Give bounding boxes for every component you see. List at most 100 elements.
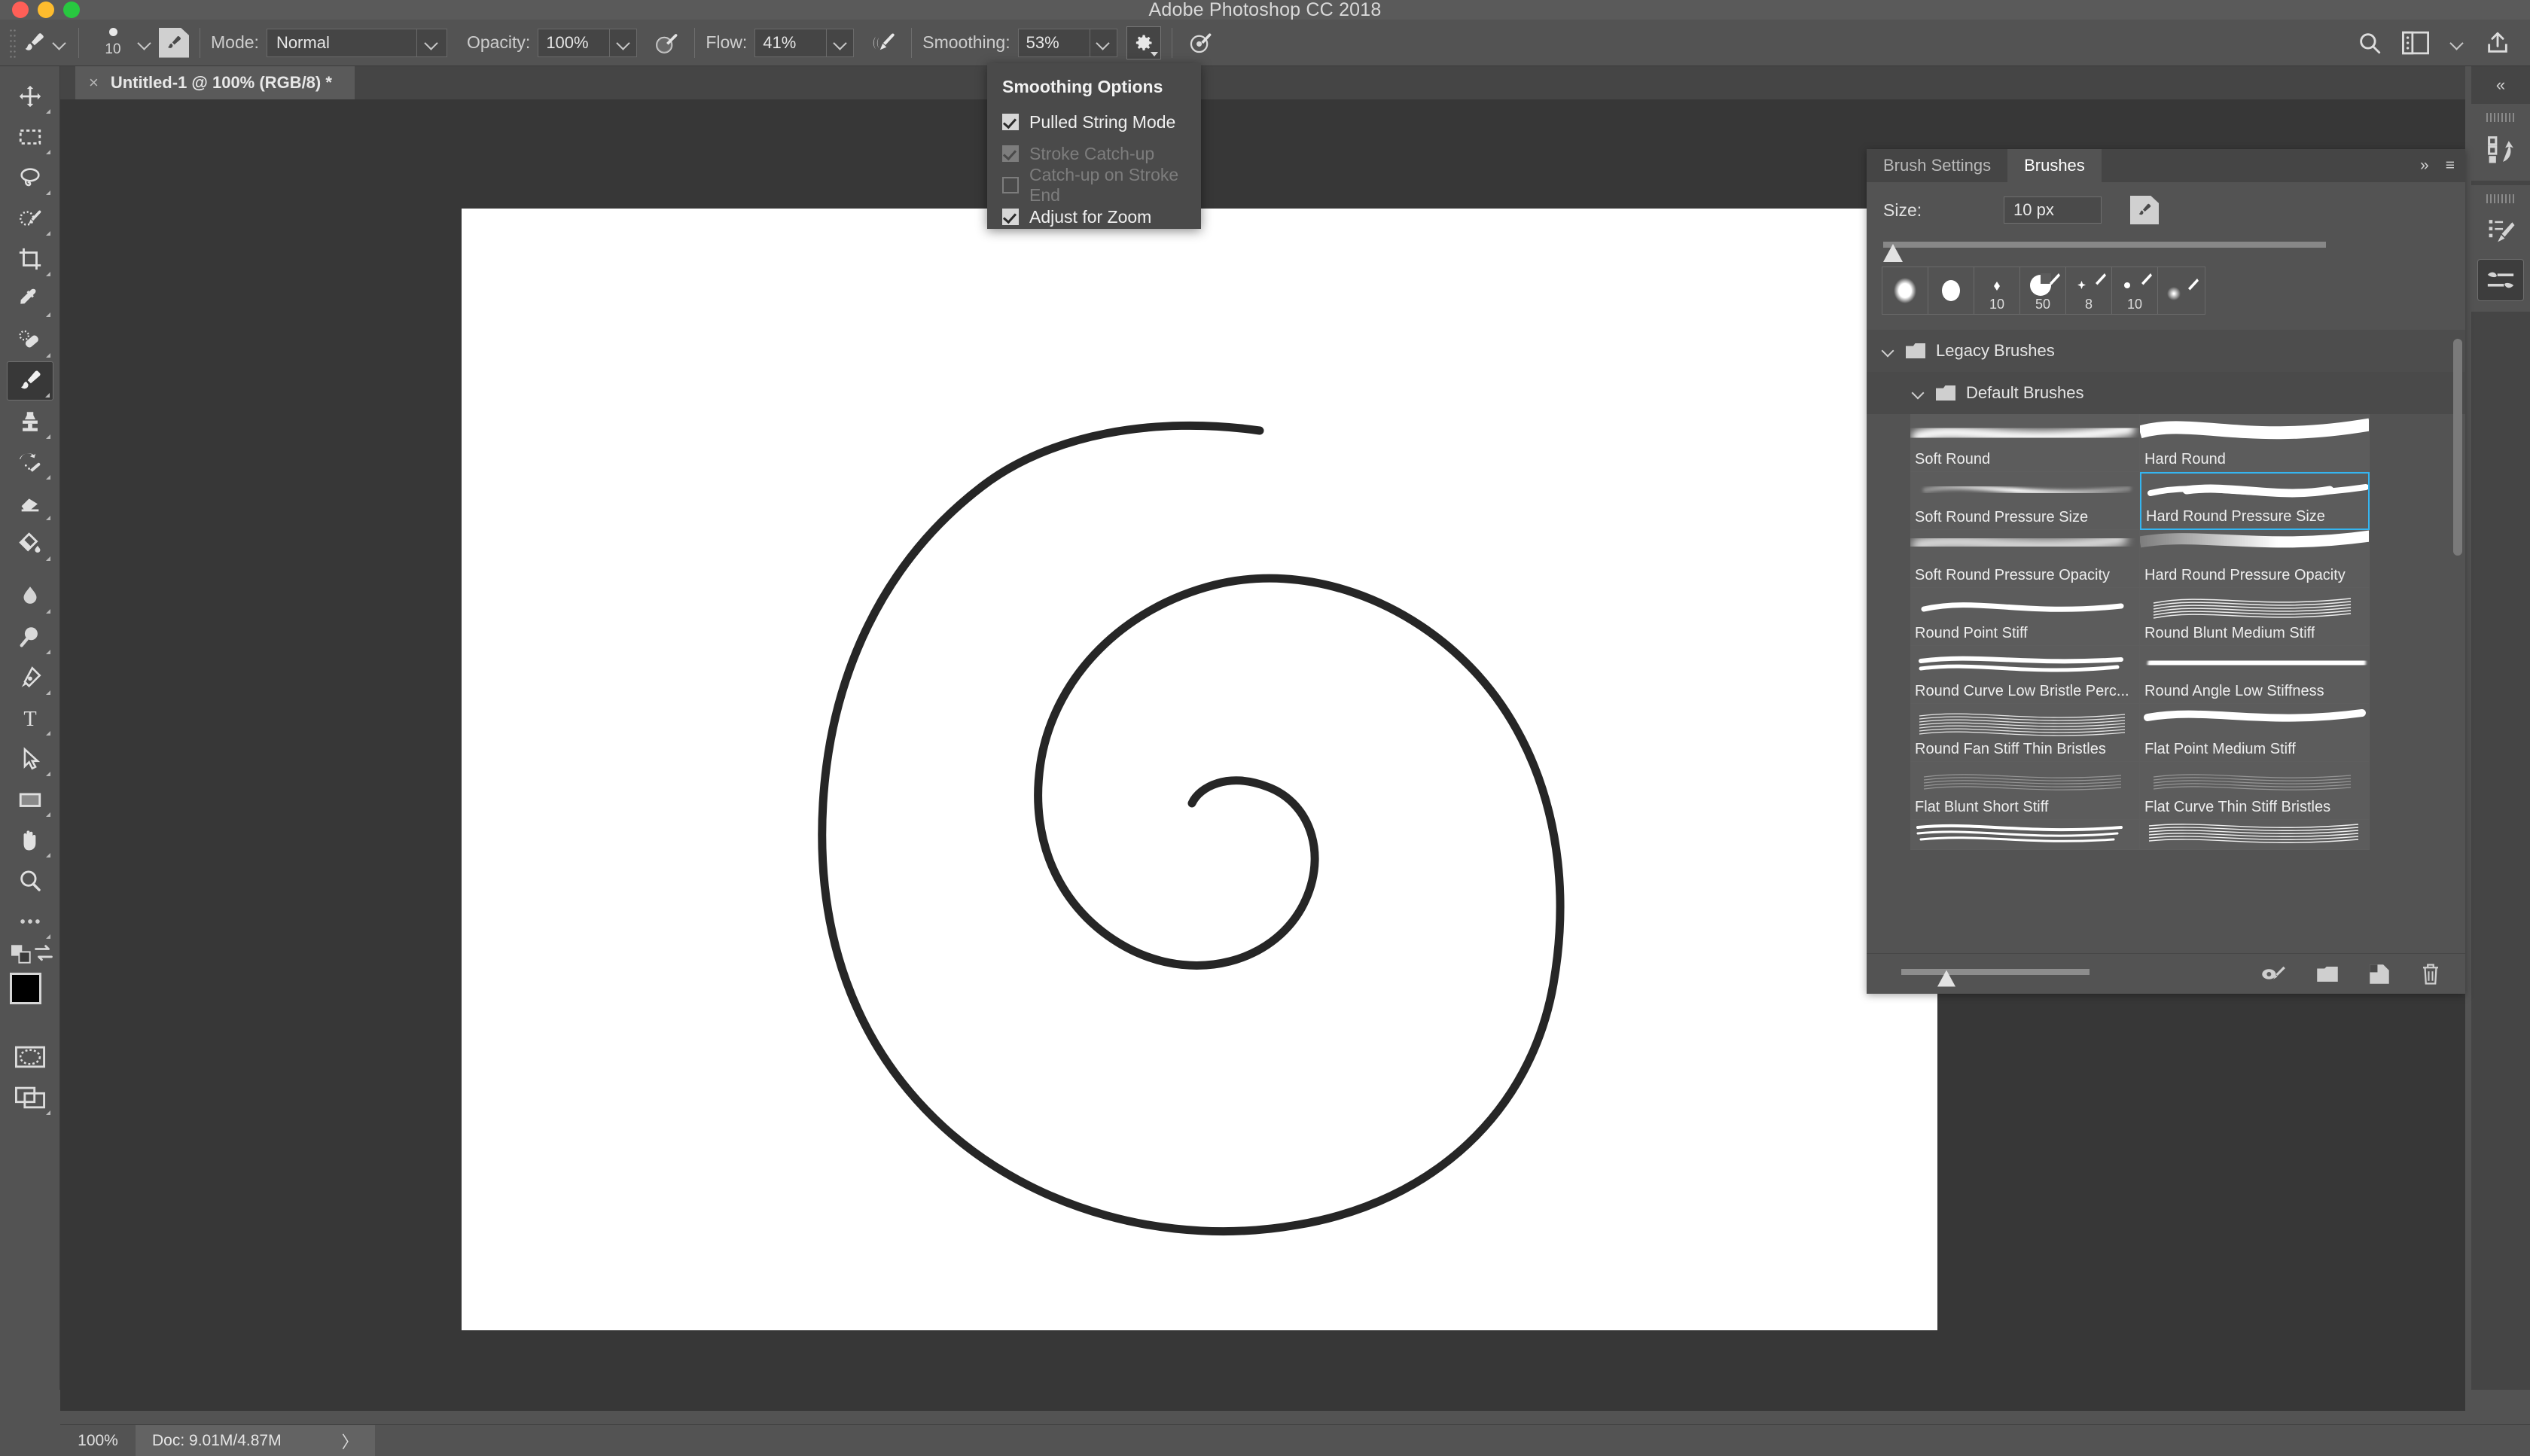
brush-item-selected[interactable]: Hard Round Pressure Size xyxy=(2140,472,2370,530)
hand-tool[interactable] xyxy=(7,821,53,860)
panel-grip[interactable] xyxy=(2486,113,2515,122)
dodge-tool[interactable] xyxy=(7,617,53,656)
flow-chevron-down-icon[interactable] xyxy=(827,29,854,57)
share-icon[interactable] xyxy=(2485,30,2510,56)
quick-mask-icon[interactable] xyxy=(7,1037,53,1077)
chevron-down-icon[interactable] xyxy=(1882,344,1895,358)
pen-tool[interactable] xyxy=(7,658,53,697)
pressure-opacity-icon[interactable] xyxy=(649,26,684,59)
checkbox-checked-icon[interactable] xyxy=(1002,209,1019,225)
color-swatches[interactable] xyxy=(7,971,53,1024)
swap-colors-icon[interactable] xyxy=(32,944,55,964)
eraser-tool[interactable] xyxy=(7,483,53,522)
brush-item[interactable]: Flat Curve Thin Stiff Bristles xyxy=(2140,762,2370,820)
brush-item[interactable]: Round Angle Low Stiffness xyxy=(2140,646,2370,704)
opacity-chevron-down-icon[interactable] xyxy=(610,29,637,57)
brush-tool-icon[interactable] xyxy=(17,26,51,59)
brush-size-input[interactable]: 10 px xyxy=(2004,196,2102,224)
panel-grip[interactable] xyxy=(2486,194,2515,203)
soft-round-preset[interactable] xyxy=(1882,267,1928,314)
document-info[interactable]: Doc: 9.01M/4.87M 〉 xyxy=(136,1425,375,1456)
tab-brush-settings[interactable]: Brush Settings xyxy=(1867,149,2007,182)
smoothing-chevron-down-icon[interactable] xyxy=(1090,29,1117,57)
checkbox-checked-icon[interactable] xyxy=(1002,114,1019,130)
edit-toolbar-tool[interactable] xyxy=(7,902,53,941)
document-tab[interactable]: × Untitled-1 @ 100% (RGB/8) * xyxy=(75,66,355,99)
soft-dot-preset[interactable] xyxy=(2158,267,2204,314)
smoothing-options-gear-icon[interactable] xyxy=(1126,26,1161,59)
brush-preset-icon[interactable] xyxy=(159,28,189,58)
brush-item[interactable]: Soft Round Pressure Size xyxy=(1910,472,2140,530)
rectangle-tool[interactable] xyxy=(7,780,53,819)
search-icon[interactable] xyxy=(2357,30,2382,56)
tree-item-legacy-brushes[interactable]: Legacy Brushes xyxy=(1867,330,2465,372)
dot-10-preset[interactable]: 10 xyxy=(2112,267,2158,314)
brush-item[interactable]: Flat Point Medium Stiff xyxy=(2140,704,2370,762)
quick-selection-tool[interactable] xyxy=(7,199,53,238)
delete-brush-icon[interactable] xyxy=(2420,963,2441,985)
brush-item[interactable]: Flat Blunt Short Stiff xyxy=(1910,762,2140,820)
collapse-panels-icon[interactable]: « xyxy=(2471,66,2530,104)
blur-tool[interactable] xyxy=(7,577,53,616)
footer-size-slider[interactable] xyxy=(1901,963,2090,985)
brush-item[interactable]: Hard Round xyxy=(2140,414,2370,472)
brush-settings-panel-icon[interactable] xyxy=(2477,259,2524,301)
panel-menu-icon[interactable]: ≡ xyxy=(2446,157,2455,175)
clone-stamp-tool[interactable] xyxy=(7,402,53,441)
brush-preset-chevron-down-icon[interactable] xyxy=(136,35,153,51)
workspace-chevron-down-icon[interactable] xyxy=(2449,35,2465,51)
crop-tool[interactable] xyxy=(7,239,53,279)
workspace-icon[interactable] xyxy=(2402,31,2429,55)
brush-tool[interactable] xyxy=(7,361,53,401)
brush-item[interactable]: Round Fan Stiff Thin Bristles xyxy=(1910,704,2140,762)
lasso-tool[interactable] xyxy=(7,158,53,197)
zoom-level[interactable]: 100% xyxy=(60,1432,136,1450)
star-8-preset[interactable]: 8 xyxy=(2066,267,2112,314)
menu-item-adjust-for-zoom[interactable]: Adjust for Zoom xyxy=(987,201,1201,233)
brush-presets-panel-icon[interactable] xyxy=(2477,209,2524,251)
brush-preset-icon[interactable] xyxy=(2130,196,2159,224)
options-bar-grip[interactable] xyxy=(9,28,17,58)
move-tool[interactable] xyxy=(7,77,53,116)
blend-mode-select[interactable]: Normal xyxy=(267,29,447,57)
expand-status-icon[interactable]: 〉 xyxy=(342,1429,358,1453)
brush-size-slider[interactable] xyxy=(1883,238,2449,260)
history-panel-icon[interactable] xyxy=(2477,128,2524,170)
smoothing-options-menu[interactable]: Smoothing Options Pulled String Mode Str… xyxy=(987,63,1201,229)
menu-item-pulled-string-mode[interactable]: Pulled String Mode xyxy=(987,106,1201,138)
new-group-icon[interactable] xyxy=(2316,964,2339,984)
flow-input[interactable]: 41% xyxy=(754,29,827,57)
path-selection-tool[interactable] xyxy=(7,739,53,778)
foreground-color-swatch[interactable] xyxy=(10,973,41,1004)
pressure-size-icon[interactable] xyxy=(1183,26,1218,59)
zoom-tool[interactable] xyxy=(7,861,53,900)
tab-brushes[interactable]: Brushes xyxy=(2007,149,2102,182)
tree-item-default-brushes[interactable]: Default Brushes xyxy=(1867,372,2465,414)
opacity-input[interactable]: 100% xyxy=(538,29,610,57)
eyedropper-tool[interactable] xyxy=(7,280,53,319)
tool-preset-chevron-down-icon[interactable] xyxy=(51,35,68,51)
history-brush-tool[interactable] xyxy=(7,443,53,482)
screen-mode-icon[interactable] xyxy=(7,1078,53,1117)
brushes-panel-scrollbar[interactable] xyxy=(2453,339,2462,556)
hard-round-preset[interactable] xyxy=(1928,267,1974,314)
type-tool[interactable]: T xyxy=(7,699,53,738)
airbrush-icon[interactable] xyxy=(866,26,901,59)
brush-item[interactable] xyxy=(1910,820,2140,850)
brush-item[interactable] xyxy=(2140,820,2370,850)
gradient-tool[interactable] xyxy=(7,524,53,563)
smoothing-input[interactable]: 53% xyxy=(1018,29,1090,57)
brush-item[interactable]: Soft Round xyxy=(1910,414,2140,472)
brush-item[interactable]: Hard Round Pressure Opacity xyxy=(2140,530,2370,588)
document-canvas[interactable] xyxy=(462,209,1937,1330)
new-brush-icon[interactable] xyxy=(2369,964,2390,985)
toggle-brush-preview-icon[interactable] xyxy=(2260,964,2286,984)
healing-brush-tool[interactable] xyxy=(7,321,53,360)
round-50-preset[interactable]: 50 xyxy=(2020,267,2066,314)
rectangular-marquee-tool[interactable] xyxy=(7,117,53,157)
brush-item[interactable]: Round Blunt Medium Stiff xyxy=(2140,588,2370,646)
brush-size-preview[interactable]: 10 xyxy=(100,26,126,59)
chevron-down-icon[interactable] xyxy=(1912,386,1925,400)
panel-overflow-icon[interactable]: » xyxy=(2420,157,2429,175)
brush-item[interactable]: Round Point Stiff xyxy=(1910,588,2140,646)
